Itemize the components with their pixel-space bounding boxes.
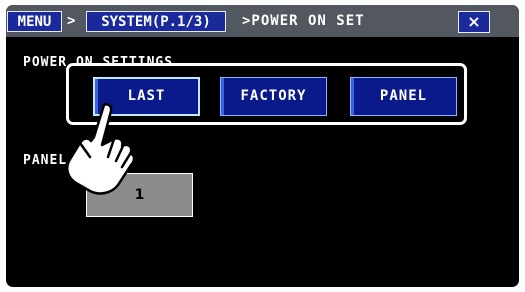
page-title: >POWER ON SET (242, 13, 365, 29)
screen-frame: MENU > SYSTEM(P.1/3) >POWER ON SET × POW… (6, 5, 519, 287)
header-bar: MENU > SYSTEM(P.1/3) >POWER ON SET × (6, 5, 519, 37)
pointing-hand-icon (66, 103, 134, 195)
option-factory-button[interactable]: FACTORY (220, 77, 327, 116)
close-button[interactable]: × (458, 11, 490, 33)
menu-button[interactable]: MENU (7, 11, 62, 32)
option-panel-button[interactable]: PANEL (350, 77, 457, 116)
close-icon: × (467, 12, 481, 31)
breadcrumb-separator: > (67, 13, 76, 29)
system-page-button[interactable]: SYSTEM(P.1/3) (86, 11, 226, 32)
